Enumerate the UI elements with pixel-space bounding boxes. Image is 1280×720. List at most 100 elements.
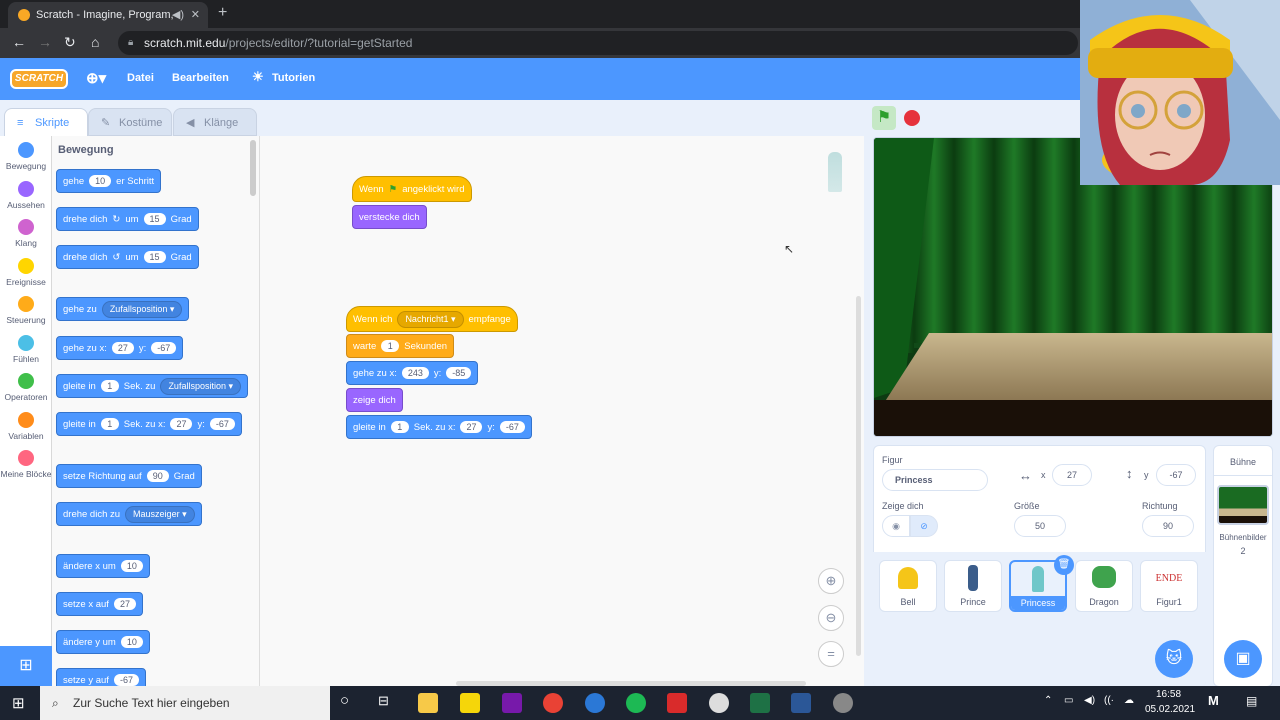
- size-field[interactable]: 50: [1014, 515, 1066, 537]
- settings-app-icon[interactable]: [709, 693, 729, 713]
- new-tab-button[interactable]: +: [218, 4, 227, 22]
- chrome-icon[interactable]: [543, 693, 563, 713]
- block-input[interactable]: 15: [143, 251, 166, 263]
- block-show[interactable]: zeige dich: [346, 388, 403, 412]
- category-item[interactable]: Operatoren: [0, 373, 52, 402]
- tab-sounds[interactable]: ◀ Klänge: [173, 108, 257, 136]
- zoom-reset-button[interactable]: =: [818, 641, 844, 667]
- onedrive-icon[interactable]: ☁: [1124, 695, 1134, 706]
- block-input[interactable]: -67: [499, 421, 525, 433]
- block-point-towards[interactable]: drehe dich zu Mauszeiger ▾: [56, 502, 202, 526]
- y-field[interactable]: -67: [1156, 464, 1196, 486]
- script-vertical-scrollbar[interactable]: [856, 296, 861, 656]
- block-input[interactable]: -67: [209, 418, 235, 430]
- category-item[interactable]: Aussehen: [0, 180, 52, 210]
- block-input[interactable]: 10: [120, 636, 143, 648]
- tray-app-icon[interactable]: M: [1208, 693, 1219, 708]
- block-input[interactable]: -67: [151, 342, 177, 354]
- back-icon[interactable]: ←: [12, 34, 26, 50]
- script-area[interactable]: Wenn ⚑ angeklickt wird verstecke dich Wenn…: [260, 136, 864, 686]
- reload-icon[interactable]: ↻: [64, 34, 76, 51]
- cortana-icon[interactable]: ○: [340, 692, 349, 709]
- sprite-tile-dragon[interactable]: Dragon: [1075, 560, 1133, 612]
- onenote-icon[interactable]: [502, 693, 522, 713]
- delete-sprite-icon[interactable]: 🗑︎: [1054, 555, 1074, 575]
- block-input[interactable]: 27: [460, 421, 483, 433]
- block-glide-xy[interactable]: gleite in 1 Sek. zu x: 27 y: -67: [56, 412, 242, 436]
- clock-time[interactable]: 16:58: [1156, 689, 1181, 700]
- scratch-logo[interactable]: SCRATCH: [10, 69, 68, 89]
- block-point-direction[interactable]: setze Richtung auf 90 Grad: [56, 464, 202, 488]
- block-move-steps[interactable]: gehe 10 er Schritt: [56, 169, 162, 193]
- block-input[interactable]: 243: [401, 367, 429, 379]
- mute-icon[interactable]: ◀): [172, 2, 184, 28]
- block-input[interactable]: 1: [390, 421, 409, 433]
- block-goto-target[interactable]: gehe zu Zufallsposition ▾: [56, 297, 190, 321]
- add-extension-button[interactable]: ⊞: [0, 646, 52, 686]
- block-set-x[interactable]: setze x auf 27: [56, 592, 143, 616]
- block-dropdown[interactable]: Zufallsposition ▾: [160, 377, 241, 395]
- add-backdrop-button[interactable]: ▣: [1224, 640, 1262, 678]
- block-input[interactable]: 15: [143, 213, 166, 225]
- block-input[interactable]: 1: [100, 418, 119, 430]
- sprite-tile-bell[interactable]: Bell: [879, 560, 937, 612]
- block-input[interactable]: -67: [113, 674, 139, 686]
- language-globe-icon[interactable]: ⊕▾: [86, 69, 106, 87]
- menu-edit[interactable]: Bearbeiten: [172, 72, 229, 84]
- menu-tutorials[interactable]: Tutorien: [272, 72, 315, 84]
- backdrop-thumbnail[interactable]: [1217, 485, 1269, 525]
- green-flag-button[interactable]: ⚑: [872, 106, 896, 130]
- obs-icon[interactable]: [833, 693, 853, 713]
- sticky-notes-icon[interactable]: [460, 693, 480, 713]
- block-turn-right[interactable]: drehe dich ↻ um 15 Grad: [56, 207, 199, 231]
- tray-chevron-icon[interactable]: ⌃: [1044, 695, 1052, 706]
- add-sprite-button[interactable]: 🐱︎: [1155, 640, 1193, 678]
- show-hidden-button[interactable]: ⊘: [910, 515, 938, 537]
- block-change-x[interactable]: ändere x um 10: [56, 554, 150, 578]
- acrobat-icon[interactable]: [667, 693, 687, 713]
- show-visible-button[interactable]: ◉: [882, 515, 910, 537]
- sprite-name-field[interactable]: Princess: [882, 469, 988, 491]
- category-item[interactable]: Variablen: [0, 411, 52, 441]
- tab-code[interactable]: ≡ Skripte: [4, 108, 88, 136]
- direction-field[interactable]: 90: [1142, 515, 1194, 537]
- block-goto-xy[interactable]: gehe zu x: 27 y: -67: [56, 336, 184, 360]
- stop-button[interactable]: [904, 110, 920, 126]
- menu-file[interactable]: Datei: [127, 72, 154, 84]
- browser-tab[interactable]: Scratch - Imagine, Program, ◀) ✕: [8, 2, 208, 28]
- category-item[interactable]: Bewegung: [0, 142, 52, 171]
- zoom-in-button[interactable]: ⊕: [818, 568, 844, 594]
- block-wait[interactable]: warte 1 Sekunden: [346, 334, 455, 358]
- block-dropdown[interactable]: Mauszeiger ▾: [125, 505, 195, 523]
- tab-costumes[interactable]: ✎ Kostüme: [88, 108, 172, 136]
- sprite-tile-figur1[interactable]: ENDE Figur1: [1140, 560, 1198, 612]
- category-item[interactable]: Fühlen: [0, 334, 52, 364]
- category-item[interactable]: Ereignisse: [0, 257, 52, 287]
- script-green-flag-hat[interactable]: Wenn ⚑ angeklickt wird: [352, 176, 472, 202]
- block-glide-xy[interactable]: gleite in 1 Sek. zu x: 27 y: -67: [346, 415, 532, 439]
- volume-icon[interactable]: ◀): [1084, 695, 1095, 706]
- outlook-icon[interactable]: [585, 693, 605, 713]
- block-set-y[interactable]: setze y auf -67: [56, 668, 146, 686]
- category-item[interactable]: Klang: [0, 219, 52, 248]
- file-explorer-icon[interactable]: [418, 693, 438, 713]
- notifications-icon[interactable]: ▤: [1246, 694, 1257, 708]
- block-glide-target[interactable]: gleite in 1 Sek. zu Zufallsposition ▾: [56, 374, 248, 398]
- word-icon[interactable]: [791, 693, 811, 713]
- tray-device-icon[interactable]: ▭: [1064, 695, 1073, 706]
- block-input[interactable]: 10: [120, 560, 143, 572]
- block-input[interactable]: 27: [170, 418, 193, 430]
- task-view-icon[interactable]: ⊟: [378, 693, 389, 709]
- windows-start-icon[interactable]: ⊞: [12, 694, 25, 712]
- block-hide[interactable]: verstecke dich: [352, 205, 427, 229]
- network-icon[interactable]: ((·: [1104, 695, 1114, 706]
- block-dropdown[interactable]: Zufallsposition ▾: [101, 300, 183, 318]
- taskbar-search[interactable]: ⌕ Zur Suche Text hier eingeben: [40, 686, 330, 720]
- palette-scrollbar[interactable]: [250, 140, 256, 196]
- sprite-tile-prince[interactable]: Prince: [944, 560, 1002, 612]
- forward-icon[interactable]: →: [38, 34, 52, 50]
- category-item[interactable]: Meine Blöcke: [0, 450, 52, 479]
- category-item[interactable]: Steuerung: [0, 296, 52, 325]
- block-input[interactable]: 1: [100, 380, 119, 392]
- x-field[interactable]: 27: [1052, 464, 1092, 486]
